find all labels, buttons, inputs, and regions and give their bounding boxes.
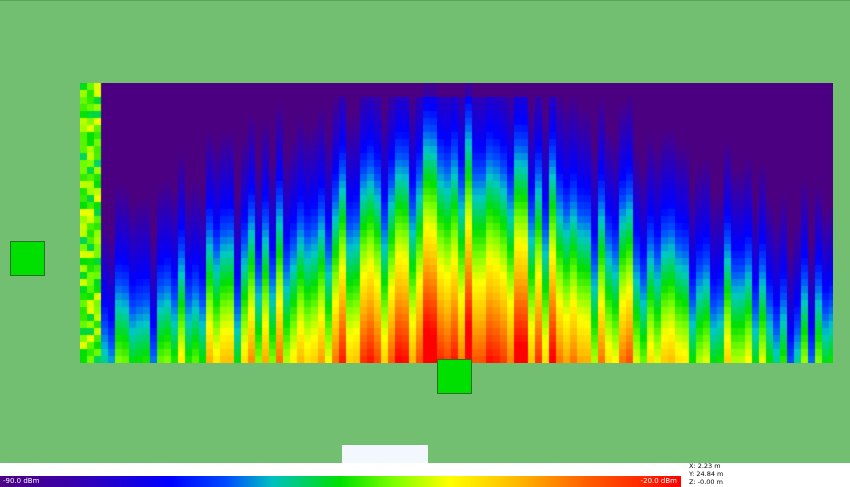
signal-legend-bar: -90.0 dBm -20.0 dBm [0, 476, 681, 487]
coord-y: Y: 24.84 m [689, 470, 724, 478]
signal-heatmap[interactable] [80, 83, 833, 363]
info-panel [342, 445, 428, 463]
access-point-icon[interactable] [10, 241, 45, 276]
cursor-coordinates: X: 2.23 m Y: 24.84 m Z: -0.00 m [689, 462, 723, 486]
legend-min-label: -90.0 dBm [3, 477, 40, 485]
map-viewport[interactable] [0, 0, 850, 463]
coord-x: X: 2.23 m [689, 462, 721, 470]
access-point-icon[interactable] [437, 359, 472, 394]
coord-z: Z: -0.00 m [689, 478, 723, 486]
legend-max-label: -20.0 dBm [640, 477, 677, 485]
